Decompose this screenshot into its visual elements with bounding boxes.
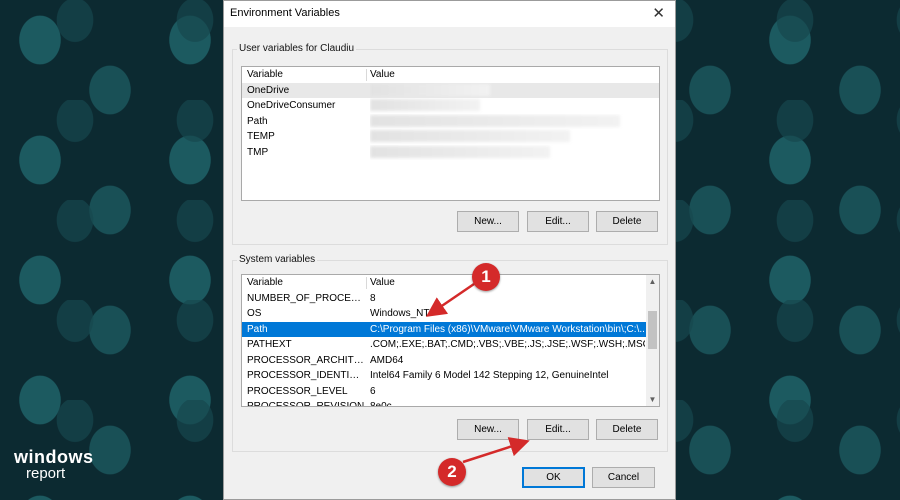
close-icon[interactable]: ✕	[652, 4, 665, 22]
column-variable[interactable]: Variable	[247, 275, 365, 291]
variable-name: TMP	[247, 146, 269, 158]
variable-value-redacted	[370, 129, 645, 145]
variable-name: OS	[247, 308, 262, 319]
ok-button[interactable]: OK	[522, 467, 585, 488]
system-list-scrollbar[interactable]: ▲ ▼	[646, 275, 659, 406]
system-variable-row[interactable]: Path C:\Program Files (x86)\VMware\VMware…	[242, 321, 659, 337]
variable-name: Path	[247, 115, 268, 127]
system-variable-row[interactable]: PROCESSOR_IDENTIFIER Intel64 Family 6 Mod…	[242, 368, 659, 384]
system-variable-row[interactable]: OS Windows_NT	[242, 306, 659, 322]
variable-value: Windows_NT	[370, 308, 430, 319]
variable-value: Intel64 Family 6 Model 142 Stepping 12, …	[370, 370, 609, 381]
variable-name: PROCESSOR_ARCHITECTU...	[247, 354, 365, 366]
user-variable-row[interactable]: OneDriveConsumer	[242, 98, 659, 114]
scroll-up-icon[interactable]: ▲	[646, 275, 659, 288]
system-variable-row[interactable]: PROCESSOR_LEVEL 6	[242, 384, 659, 400]
list-header: Variable Value	[242, 67, 659, 83]
column-variable[interactable]: Variable	[247, 67, 365, 83]
annotation-marker-2: 2	[438, 458, 466, 486]
scroll-down-icon[interactable]: ▼	[646, 393, 659, 406]
annotation-marker-1: 1	[472, 263, 500, 291]
variable-value-redacted	[370, 98, 645, 114]
windows-report-logo: windows report	[14, 448, 94, 481]
title-bar: Environment Variables ✕	[224, 1, 675, 27]
variable-name: OneDrive	[247, 84, 290, 96]
variable-name: PROCESSOR_LEVEL	[247, 385, 348, 397]
variable-name: PROCESSOR_IDENTIFIER	[247, 370, 365, 381]
system-variables-label: System variables	[237, 254, 318, 265]
variable-value: 6	[370, 385, 376, 397]
system-delete-button[interactable]: Delete	[596, 419, 658, 440]
system-new-button[interactable]: New...	[457, 419, 519, 440]
variable-value: AMD64	[370, 354, 404, 366]
user-variables-label: User variables for Claudiu	[237, 43, 357, 54]
variable-value: .COM;.EXE;.BAT;.CMD;.VBS;.VBE;.JS;.JSE;.…	[370, 339, 645, 350]
variable-name: Path	[247, 323, 268, 335]
logo-line-1: windows	[14, 447, 94, 467]
variable-name: OneDriveConsumer	[247, 100, 336, 111]
user-delete-button[interactable]: Delete	[596, 211, 658, 232]
user-variables-list[interactable]: Variable Value OneDrive OneDriveConsumer P…	[241, 66, 660, 201]
system-variable-row[interactable]: PROCESSOR_ARCHITECTU... AMD64	[242, 353, 659, 369]
column-value[interactable]: Value	[370, 67, 645, 83]
scroll-thumb[interactable]	[648, 311, 657, 349]
logo-line-2: report	[26, 465, 66, 482]
user-variable-row[interactable]: Path	[242, 114, 659, 130]
system-variable-row[interactable]: PROCESSOR_REVISION 8e0c	[242, 399, 659, 407]
variable-value: C:\Program Files (x86)\VMware\VMware Wor…	[370, 323, 645, 335]
list-header: Variable Value	[242, 275, 659, 291]
variable-value-redacted	[370, 83, 645, 99]
environment-variables-dialog: Environment Variables ✕ User variables f…	[223, 0, 676, 500]
variable-name: TEMP	[247, 131, 275, 142]
variable-name: PROCESSOR_REVISION	[247, 401, 365, 407]
system-variables-list[interactable]: Variable Value NUMBER_OF_PROCESSORS 8 OS Wi…	[241, 274, 660, 407]
user-variable-row[interactable]: TEMP	[242, 129, 659, 145]
user-new-button[interactable]: New...	[457, 211, 519, 232]
variable-value: 8	[370, 292, 376, 304]
variable-value: 8e0c	[370, 401, 392, 407]
user-variable-row[interactable]: TMP	[242, 145, 659, 161]
column-value[interactable]: Value	[370, 275, 645, 291]
variable-name: NUMBER_OF_PROCESSORS	[247, 292, 365, 304]
window-title: Environment Variables	[230, 7, 340, 19]
system-edit-button[interactable]: Edit...	[527, 419, 589, 440]
variable-value-redacted	[370, 145, 645, 161]
variable-name: PATHEXT	[247, 339, 292, 350]
variable-value-redacted	[370, 114, 645, 130]
user-edit-button[interactable]: Edit...	[527, 211, 589, 232]
system-variable-row[interactable]: PATHEXT .COM;.EXE;.BAT;.CMD;.VBS;.VBE;.JS…	[242, 337, 659, 353]
system-variable-row[interactable]: NUMBER_OF_PROCESSORS 8	[242, 291, 659, 307]
user-variable-row[interactable]: OneDrive	[242, 82, 659, 99]
cancel-button[interactable]: Cancel	[592, 467, 655, 488]
